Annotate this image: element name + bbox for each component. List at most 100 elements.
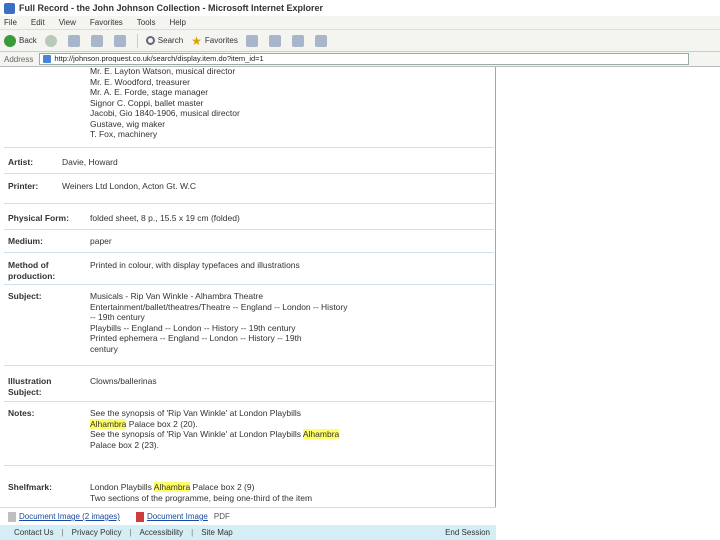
section-divider: [4, 147, 494, 148]
home-icon: [113, 34, 126, 47]
page-icon: [43, 55, 52, 63]
footer-link-accessibility[interactable]: Accessibility: [140, 528, 184, 537]
refresh-button[interactable]: [90, 34, 106, 47]
menu-file[interactable]: File: [4, 18, 17, 27]
document-image-pdf-link[interactable]: Document Image: [147, 512, 208, 521]
section-divider: [4, 465, 494, 466]
footer-link-contact[interactable]: Contact Us: [14, 528, 54, 537]
credit-line: Gustave, wig maker: [90, 118, 166, 129]
footer-link-privacy[interactable]: Privacy Policy: [72, 528, 122, 537]
subject-line: Playbills -- England -- London -- Histor…: [90, 322, 296, 333]
artist-label: Artist:: [8, 157, 34, 167]
menu-tools[interactable]: Tools: [137, 18, 156, 27]
footer-divider: |: [129, 528, 132, 537]
search-highlight: Alhambra: [153, 482, 191, 492]
document-icon: [8, 511, 16, 522]
home-button[interactable]: [113, 34, 129, 47]
notes-text: See the synopsis of 'Rip Van Winkle' at …: [90, 429, 303, 439]
section-divider: [4, 229, 494, 230]
ie-logo-icon: [4, 2, 15, 14]
section-divider: [4, 173, 494, 174]
notes-text: Palace box 2 (20).: [126, 418, 198, 429]
forward-button[interactable]: [44, 34, 60, 47]
browser-toolbar: Back Search ★ Favorites: [0, 30, 720, 52]
footer-divider: |: [61, 528, 64, 537]
address-url: http://johnson.proquest.co.uk/search/dis…: [54, 54, 264, 63]
shelfmark-line: Two sections of the programme, being one…: [90, 492, 313, 503]
menu-help[interactable]: Help: [169, 18, 185, 27]
shelfmark-line: London Playbills Alhambra Palace box 2 (…: [90, 482, 254, 493]
search-highlight: Alhambra: [302, 429, 340, 439]
document-links-bar: Document Image (2 images) Document Image…: [0, 507, 496, 525]
method-value: Printed in colour, with display typeface…: [90, 260, 300, 270]
edit-button[interactable]: [314, 34, 330, 47]
page-viewport[interactable]: Mr. E. Layton Watson, musical director M…: [0, 67, 496, 509]
credit-line: Mr. E. Layton Watson, musical director: [90, 67, 236, 76]
section-divider: [4, 365, 494, 366]
menu-view[interactable]: View: [59, 18, 76, 27]
search-highlight: Alhambra: [90, 418, 127, 429]
search-button[interactable]: Search: [145, 36, 184, 45]
pdf-suffix: PDF: [213, 512, 230, 521]
favorites-label: Favorites: [204, 36, 238, 45]
notes-line: Palace box 2 (23).: [90, 439, 159, 450]
illustration-subject-value: Clowns/ballerinas: [90, 376, 157, 386]
shelfmark-label: Shelfmark:: [8, 482, 52, 492]
shelfmark-text: London Playbills: [90, 482, 154, 492]
credit-line: Signor C. Coppi, ballet master: [90, 97, 204, 108]
print-icon: [291, 34, 304, 47]
stop-icon: [67, 34, 80, 47]
print-button[interactable]: [291, 34, 307, 47]
physical-form-value: folded sheet, 8 p., 15.5 x 19 cm (folded…: [90, 213, 240, 223]
section-divider: [4, 401, 494, 402]
notes-line: See the synopsis of 'Rip Van Winkle' at …: [90, 408, 301, 418]
credit-line: Mr. E. Woodford, treasurer: [90, 76, 190, 87]
section-divider: [4, 284, 494, 285]
forward-arrow-icon: [44, 34, 57, 47]
refresh-icon: [90, 34, 103, 47]
edit-icon: [314, 34, 327, 47]
document-image-link[interactable]: Document Image (2 images): [19, 512, 120, 521]
address-bar: Address http://johnson.proquest.co.uk/se…: [0, 52, 720, 67]
window-title: Full Record - the John Johnson Collectio…: [19, 3, 324, 13]
menu-favorites[interactable]: Favorites: [90, 18, 123, 27]
back-button[interactable]: Back: [4, 34, 37, 47]
favorites-button[interactable]: ★ Favorites: [191, 35, 238, 47]
back-label: Back: [19, 36, 37, 45]
credit-line: Mr. A. E. Forde, stage manager: [90, 87, 209, 97]
subject-line: Entertainment/ballet/theatres/Theatre --…: [90, 301, 348, 312]
footer-divider: |: [191, 528, 194, 537]
mail-icon: [268, 34, 281, 47]
pdf-icon: [135, 511, 144, 522]
star-icon: ★: [191, 33, 202, 48]
printer-label: Printer:: [8, 181, 39, 191]
menu-bar: File Edit View Favorites Tools Help: [0, 16, 720, 30]
credit-line: Jacobi, Gio 1840-1906, musical director: [90, 108, 240, 118]
subject-line: -- 19th century: [90, 312, 145, 322]
subject-line: Printed ephemera -- England -- London --…: [90, 333, 302, 343]
search-icon: [145, 36, 155, 45]
search-label: Search: [157, 36, 184, 45]
end-session-button[interactable]: End Session: [445, 528, 490, 537]
notes-label: Notes:: [8, 408, 35, 418]
menu-edit[interactable]: Edit: [31, 18, 45, 27]
window-titlebar: Full Record - the John Johnson Collectio…: [0, 0, 720, 16]
media-button[interactable]: [245, 34, 261, 47]
mail-button[interactable]: [268, 34, 284, 47]
subject-line: century: [90, 343, 118, 354]
address-input[interactable]: http://johnson.proquest.co.uk/search/dis…: [39, 53, 690, 65]
media-icon: [245, 34, 258, 47]
method-label: Method of production:: [8, 260, 56, 281]
stop-button[interactable]: [67, 34, 83, 47]
shelfmark-text: Palace box 2 (9): [190, 482, 255, 492]
footer-link-sitemap[interactable]: Site Map: [201, 528, 233, 537]
toolbar-divider: [136, 33, 138, 48]
printer-value: Weiners Ltd London, Acton Gt. W.C: [62, 181, 197, 191]
section-divider: [4, 252, 494, 253]
medium-label: Medium:: [8, 236, 43, 246]
notes-line: Alhambra Palace box 2 (20).: [90, 418, 198, 430]
subject-label: Subject:: [8, 291, 42, 301]
back-arrow-icon: [4, 34, 16, 47]
credit-line: T. Fox, machinery: [90, 129, 158, 139]
section-divider: [4, 203, 494, 204]
